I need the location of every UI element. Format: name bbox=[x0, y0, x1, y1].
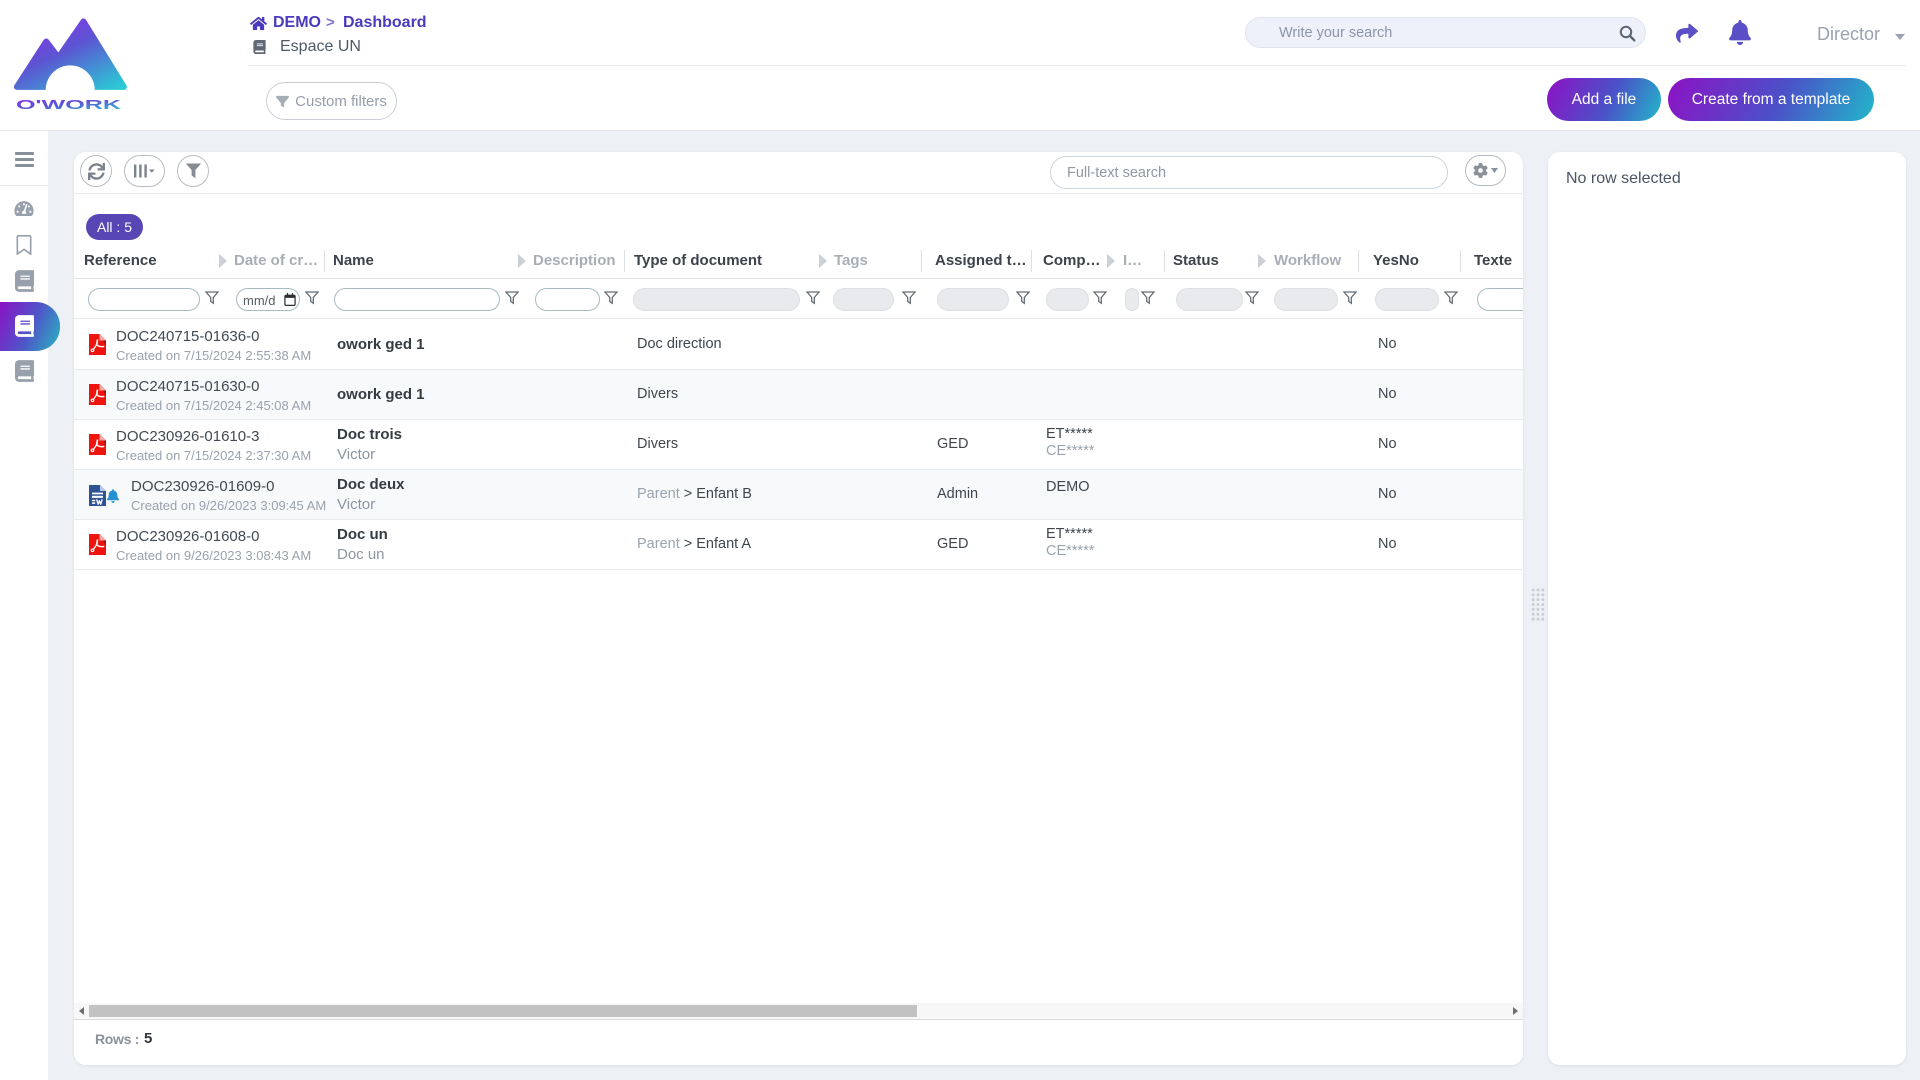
svg-text:O'WORK: O'WORK bbox=[16, 98, 121, 112]
